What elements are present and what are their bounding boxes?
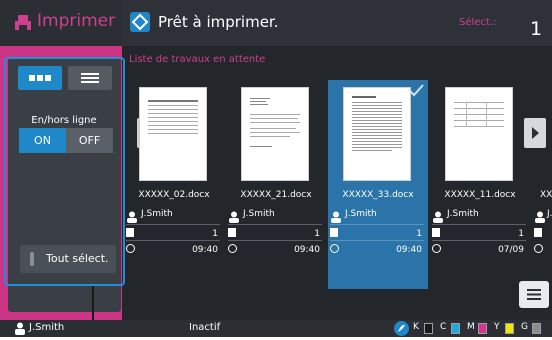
user-icon bbox=[127, 211, 137, 223]
job-owner-row: J.Smith bbox=[228, 208, 322, 223]
job-card[interactable]: XXXXX_21.docx J.Smith 1 09:40 bbox=[226, 80, 326, 289]
job-card-partial[interactable]: XX J. bbox=[532, 80, 552, 289]
clock-icon bbox=[432, 244, 441, 253]
pages-icon bbox=[432, 228, 440, 237]
divider bbox=[126, 224, 220, 225]
callout-highlight bbox=[4, 57, 125, 286]
job-file-name: XXXXX_02.docx bbox=[138, 190, 210, 200]
divider bbox=[432, 240, 526, 241]
job-card[interactable]: XXXXX_11.docx J.Smith 1 07/09 bbox=[430, 80, 530, 289]
clock-icon bbox=[228, 244, 237, 253]
job-pages: 1 bbox=[212, 229, 218, 239]
ink-g-label: G bbox=[521, 322, 528, 332]
job-time: 09:40 bbox=[192, 245, 218, 255]
job-list-title: Liste de travaux en attente bbox=[129, 54, 266, 65]
ink-m-label: M bbox=[467, 322, 475, 332]
job-time: 07/09 bbox=[498, 245, 524, 255]
hamburger-menu-icon bbox=[527, 289, 541, 300]
document-thumbnail bbox=[344, 88, 410, 180]
app-title-text: Imprimer bbox=[37, 11, 116, 31]
job-owner-row: J.Smith bbox=[330, 208, 424, 223]
job-file-name: XXXXX_11.docx bbox=[444, 190, 516, 200]
job-owner-row: J.Smith bbox=[126, 208, 220, 223]
document-thumbnail bbox=[140, 88, 206, 180]
chevron-right-icon bbox=[532, 127, 539, 139]
ink-g-level bbox=[532, 323, 541, 334]
status-bar: J.Smith Inactif K C M Y G bbox=[0, 320, 552, 337]
ink-status-icon[interactable] bbox=[394, 321, 409, 336]
job-card-selected[interactable]: XXXXX_33.docx J.Smith 1 09:40 bbox=[328, 80, 428, 289]
clock-icon bbox=[534, 244, 543, 253]
pages-icon bbox=[228, 228, 236, 237]
user-icon bbox=[433, 211, 443, 223]
ready-status-icon bbox=[130, 12, 150, 32]
login-user: J.Smith bbox=[29, 322, 65, 333]
divider bbox=[330, 240, 424, 241]
pages-icon bbox=[534, 228, 542, 237]
divider bbox=[330, 224, 424, 225]
printer-screen: Imprimer Prêt à imprimer. Sélect.: 1 En/… bbox=[0, 0, 552, 320]
clock-icon bbox=[126, 244, 135, 253]
divider bbox=[126, 240, 220, 241]
job-owner-row: J.Smith bbox=[432, 208, 526, 223]
user-icon bbox=[535, 211, 545, 223]
user-icon bbox=[331, 211, 341, 223]
ink-c-label: C bbox=[440, 322, 447, 332]
user-icon bbox=[15, 322, 25, 335]
scroll-right-button[interactable] bbox=[524, 118, 546, 148]
status-text: Prêt à imprimer. bbox=[158, 13, 279, 31]
divider bbox=[228, 224, 322, 225]
job-pages: 1 bbox=[416, 229, 422, 239]
job-pages: 1 bbox=[518, 229, 524, 239]
header-bar: Prêt à imprimer. Sélect.: 1 bbox=[122, 0, 552, 46]
divider bbox=[432, 224, 526, 225]
ink-k-label: K bbox=[413, 322, 419, 332]
pages-icon bbox=[126, 228, 134, 237]
ink-y-label: Y bbox=[494, 322, 500, 332]
pages-icon bbox=[330, 228, 338, 237]
job-card[interactable]: XXXXX_02.docx J.Smith 1 09:40 bbox=[124, 80, 224, 289]
job-pages: 1 bbox=[314, 229, 320, 239]
ink-c-level bbox=[451, 323, 460, 334]
ink-y-level bbox=[505, 323, 514, 334]
job-owner: J.Smith bbox=[447, 209, 479, 219]
clock-icon bbox=[330, 244, 339, 253]
selected-count: 1 bbox=[530, 18, 543, 40]
job-owner: J.Smith bbox=[345, 209, 377, 219]
check-icon bbox=[408, 84, 424, 97]
ink-k-level bbox=[424, 323, 433, 334]
menu-button[interactable] bbox=[519, 281, 549, 308]
divider bbox=[228, 240, 322, 241]
job-time: 09:40 bbox=[294, 245, 320, 255]
job-owner: J.Smith bbox=[141, 209, 173, 219]
document-thumbnail bbox=[446, 88, 512, 180]
printer-icon bbox=[15, 15, 31, 31]
job-owner-row: J. bbox=[534, 208, 552, 223]
job-owner: J.Smith bbox=[243, 209, 275, 219]
app-title: Imprimer bbox=[0, 0, 122, 46]
job-file-name: XX bbox=[540, 190, 552, 200]
job-owner: J. bbox=[547, 209, 552, 219]
machine-state: Inactif bbox=[189, 322, 221, 333]
job-file-name: XXXXX_21.docx bbox=[240, 190, 312, 200]
document-thumbnail bbox=[242, 88, 308, 180]
selected-label: Sélect.: bbox=[459, 17, 497, 28]
job-time: 09:40 bbox=[396, 245, 422, 255]
user-icon bbox=[229, 211, 239, 223]
job-file-name: XXXXX_33.docx bbox=[342, 190, 414, 200]
ink-m-level bbox=[478, 323, 487, 334]
